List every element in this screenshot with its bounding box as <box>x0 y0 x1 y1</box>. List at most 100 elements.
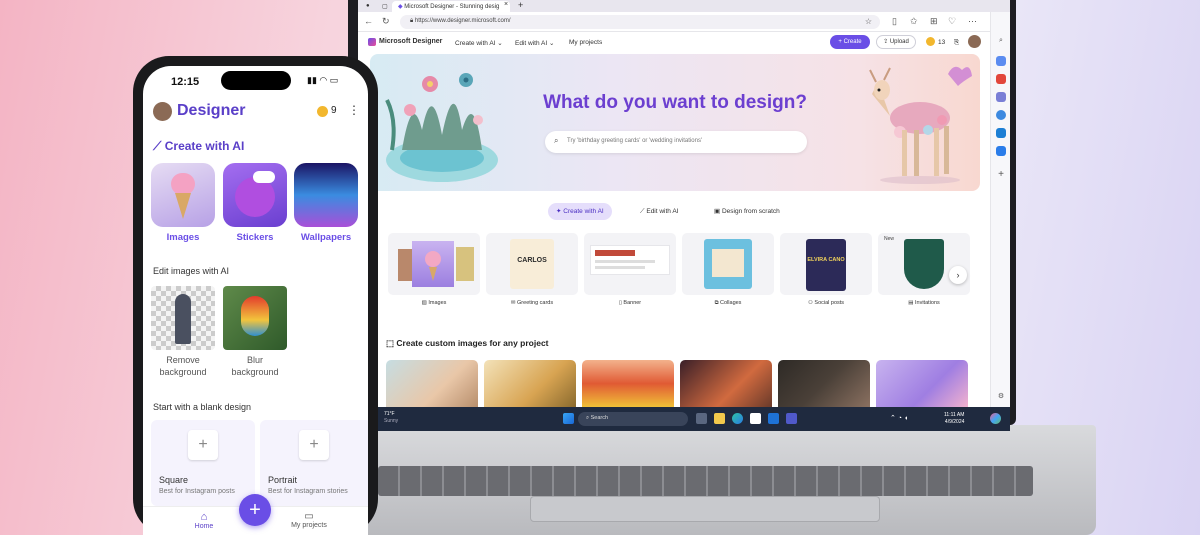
outlook-icon[interactable] <box>768 413 779 424</box>
category-card-banner[interactable] <box>584 233 676 295</box>
teams-icon[interactable] <box>786 413 797 424</box>
clock[interactable]: 11:11 AM 4/9/2024 <box>944 412 964 426</box>
sidebar-settings-icon[interactable]: ⚙ <box>996 392 1006 402</box>
avatar[interactable] <box>153 102 172 121</box>
upload-button[interactable]: ⇪ Upload <box>876 35 916 49</box>
new-tab-icon[interactable]: + <box>518 0 523 10</box>
category-label: Collages <box>720 300 742 306</box>
search-icon: ⌕ <box>554 136 559 145</box>
category-card-greeting-cards[interactable]: CARLOS <box>486 233 578 295</box>
weather-desc: Sunny <box>384 418 399 424</box>
category-card-invitations[interactable]: New <box>878 233 970 295</box>
address-bar-row: ← ↻ 🔒︎ https://www.designer.microsoft.co… <box>358 12 1010 32</box>
search-placeholder: Try 'birthday greeting cards' or 'weddin… <box>567 138 703 144</box>
store-icon[interactable] <box>750 413 761 424</box>
tab-edit-with-ai[interactable]: ⟋ Edit with AI <box>632 203 687 220</box>
avatar[interactable] <box>968 35 981 48</box>
edge-icon[interactable] <box>732 413 743 424</box>
refresh-icon[interactable]: ↻ <box>382 16 390 27</box>
browser-essentials-icon[interactable]: ♡ <box>948 16 956 27</box>
blank-square[interactable]: + Square Best for Instagram posts <box>151 420 255 506</box>
sidebar-outlook-icon[interactable] <box>996 128 1006 138</box>
edit-remove-background[interactable] <box>151 286 215 350</box>
menu-my-projects[interactable]: My projects <box>569 39 602 46</box>
tab-close-icon[interactable]: × <box>504 1 508 8</box>
file-explorer-icon[interactable] <box>714 413 725 424</box>
tab-actions-icon[interactable]: ▢ <box>376 1 388 12</box>
copilot-taskbar-icon[interactable] <box>990 413 1001 424</box>
profile-icon[interactable]: ● <box>360 1 374 12</box>
custom-image-1[interactable] <box>386 360 478 407</box>
sidebar-apps-icon[interactable] <box>996 110 1006 120</box>
sidebar-telegram-icon[interactable] <box>996 146 1006 156</box>
sidebar-tools-icon[interactable] <box>996 74 1006 84</box>
category-label-collages: ⧉ Collages <box>682 300 774 307</box>
sidebar-shopping-icon[interactable] <box>996 56 1006 66</box>
category-card-social-posts[interactable]: ELVIRA CANO <box>780 233 872 295</box>
tile-images[interactable] <box>151 163 215 227</box>
favorites-icon[interactable]: ✩ <box>910 16 918 27</box>
tile-stickers[interactable] <box>223 163 287 227</box>
category-card-collages[interactable] <box>682 233 774 295</box>
menu-edit-with-ai[interactable]: Edit with AI ⌄ <box>515 39 554 47</box>
custom-image-5[interactable] <box>778 360 870 407</box>
social-post-thumb: ELVIRA CANO <box>806 239 846 291</box>
category-label: Social posts <box>814 300 845 306</box>
coin-count[interactable]: 9 <box>331 105 337 116</box>
category-card-images[interactable] <box>388 233 480 295</box>
custom-images-heading: ⬚ Create custom images for any project <box>386 338 549 349</box>
edit-blur-background[interactable] <box>223 286 287 350</box>
custom-image-3[interactable] <box>582 360 674 407</box>
nav-home-label: Home <box>194 523 214 530</box>
create-heading: ⟋ Create with AI <box>153 139 244 154</box>
task-view-icon[interactable] <box>696 413 707 424</box>
weather-widget[interactable]: 71°F Sunny <box>384 411 398 425</box>
more-vertical-icon[interactable]: ⋮ <box>348 103 360 117</box>
windows-taskbar: 71°F Sunny ⌕ Search ⌃ ◔ ◖ 11:11 AM 4/9/202… <box>358 407 1010 431</box>
sidebar-people-icon[interactable] <box>996 92 1006 102</box>
greeting-card-text: CARLOS <box>517 257 547 264</box>
split-screen-icon[interactable]: ▯ <box>892 16 897 27</box>
menu-create-with-ai[interactable]: Create with AI ⌄ <box>455 39 503 47</box>
tile-wallpapers[interactable] <box>294 163 358 227</box>
laptop-screen: ● ▢ ◆ Microsoft Designer - Stunning desi… <box>358 0 1010 407</box>
custom-image-6[interactable] <box>876 360 968 407</box>
hero-search-input[interactable]: ⌕ Try 'birthday greeting cards' or 'wedd… <box>545 131 807 153</box>
create-fab-button[interactable]: + <box>239 494 271 526</box>
coin-icon <box>317 106 328 117</box>
magic-wand-icon: ⟋ <box>153 139 165 153</box>
coin-count[interactable]: 13 <box>938 39 945 46</box>
taskbar-search[interactable]: ⌕ Search <box>578 412 688 426</box>
plus-icon: + <box>249 499 261 521</box>
edit-heading: Edit images with AI <box>153 266 230 276</box>
tray-icons[interactable]: ⌃ ◔ ◖ <box>890 414 908 422</box>
sidebar-add-icon[interactable]: + <box>996 170 1006 180</box>
tab-design-from-scratch[interactable]: ▣ Design from scratch <box>706 203 788 220</box>
invitation-icon: ▤ <box>908 300 915 306</box>
tab-create-with-ai[interactable]: ✦ Create with AI <box>548 203 612 220</box>
category-label-invitations: ▤ Invitations <box>878 300 970 306</box>
blank-portrait[interactable]: + Portrait Best for Instagram stories <box>260 420 368 506</box>
nav-home[interactable]: ⌂ Home <box>191 511 217 530</box>
carousel-next-button[interactable]: › <box>949 266 967 284</box>
custom-image-2[interactable] <box>484 360 576 407</box>
url-field[interactable]: 🔒︎ https://www.designer.microsoft.com/ ☆ <box>400 15 880 29</box>
more-menu-icon[interactable]: ⋯ <box>968 16 977 27</box>
create-button[interactable]: + Create <box>830 35 870 49</box>
tab-designer[interactable]: ◆ Microsoft Designer - Stunning desig <box>392 1 510 12</box>
share-icon[interactable]: ⎘ <box>954 39 959 47</box>
category-label-images: ▨ Images <box>388 300 480 306</box>
start-icon[interactable] <box>563 413 574 424</box>
collage-thumb <box>704 239 752 289</box>
brand-name[interactable]: Microsoft Designer <box>379 38 442 45</box>
collections-icon[interactable]: ⊞ <box>930 16 938 27</box>
back-icon[interactable]: ← <box>364 16 373 26</box>
dynamic-island <box>221 71 291 90</box>
edit-label-line2: background <box>159 367 207 377</box>
edit-label-remove: Remove background <box>143 354 223 378</box>
sidebar-search-icon[interactable]: ⌕ <box>996 36 1006 46</box>
favorite-star-icon[interactable]: ☆ <box>865 17 872 26</box>
image-sparkle-icon: ⬚ <box>386 338 397 348</box>
nav-my-projects[interactable]: ▭ My projects <box>281 511 337 529</box>
custom-image-4[interactable] <box>680 360 772 407</box>
